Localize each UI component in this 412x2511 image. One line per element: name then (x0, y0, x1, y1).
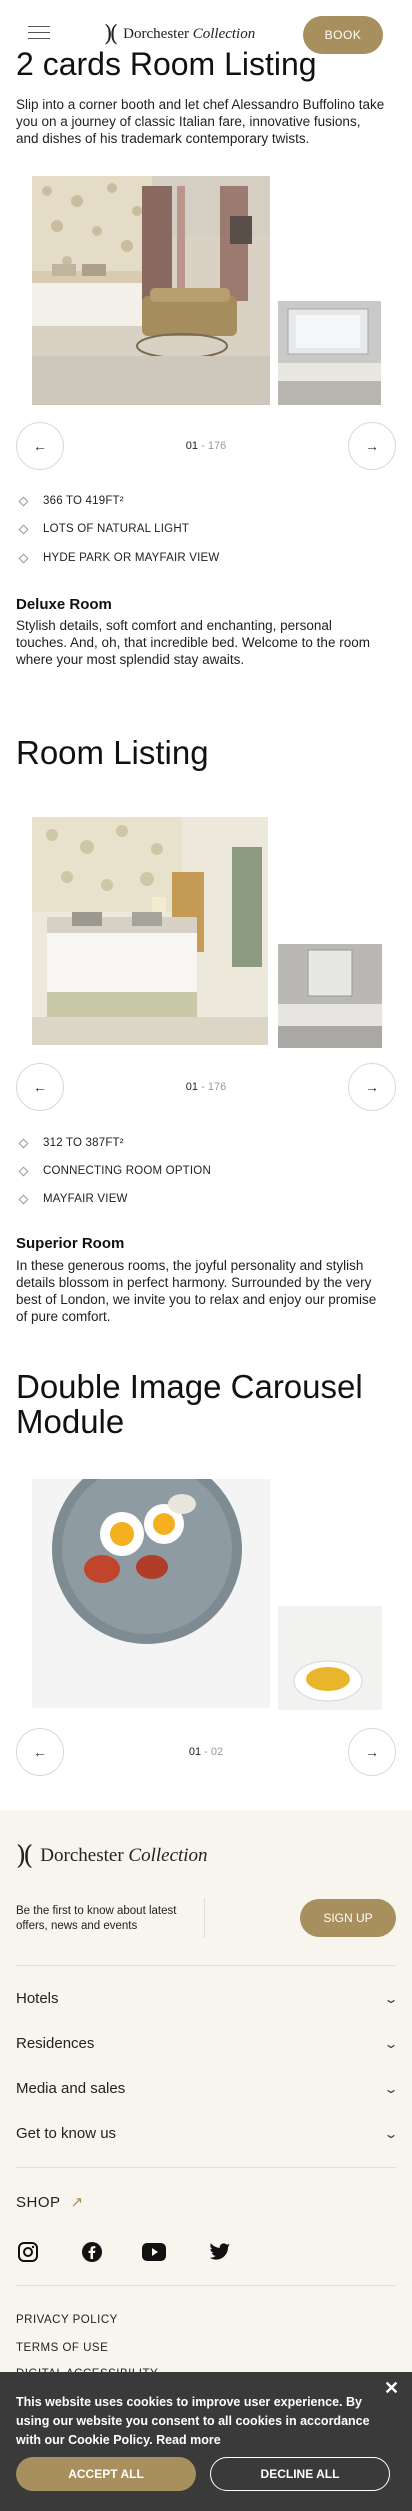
next-arrow-button[interactable]: → (348, 1728, 396, 1776)
footer-link-about[interactable]: Get to know us ⌄ (16, 2125, 399, 2142)
carousel-image-main (32, 1479, 270, 1708)
external-arrow-icon: ↗ (70, 2194, 84, 2211)
logo-text: Dorchester Collection (123, 26, 256, 42)
room-description: Stylish details, soft comfort and enchan… (16, 618, 370, 667)
room-image-secondary (278, 301, 381, 405)
section-title: Room Listing (16, 734, 209, 771)
chevron-down-icon: ⌄ (383, 2081, 399, 2096)
decline-all-button[interactable]: DECLINE ALL (210, 2457, 390, 2491)
room-description: In these generous rooms, the joyful pers… (16, 1258, 377, 1324)
diamond-icon (18, 1194, 29, 1204)
chevron-down-icon: ⌄ (383, 1991, 399, 2006)
menu-icon[interactable] (28, 26, 50, 40)
room-feature: LOTS OF NATURAL LIGHT (16, 523, 189, 535)
privacy-policy-link[interactable]: PRIVACY POLICY (16, 2314, 118, 2326)
logo-text: Dorchester Collection (40, 1845, 208, 1866)
room-feature: 366 TO 419FT² (16, 495, 124, 507)
next-arrow-button[interactable]: → (348, 422, 396, 470)
diamond-icon (18, 1138, 29, 1148)
arrow-right-icon: → (365, 1744, 379, 1760)
divider (16, 1965, 396, 1966)
divider (204, 1898, 205, 1938)
room-image-main (32, 176, 270, 405)
instagram-icon[interactable] (16, 2240, 40, 2264)
cookie-message: This website uses cookies to improve use… (16, 2395, 370, 2447)
facebook-icon[interactable] (80, 2240, 104, 2264)
chevron-down-icon: ⌄ (383, 2126, 399, 2141)
chevron-down-icon: ⌄ (383, 2036, 399, 2051)
section-title: Double Image Carousel Module (16, 1368, 363, 1440)
terms-of-use-link[interactable]: TERMS OF USE (16, 2342, 108, 2354)
newsletter-text: Be the first to know about latest offers… (16, 1905, 177, 1932)
room-feature: HYDE PARK OR MAYFAIR VIEW (16, 552, 219, 564)
shop-link[interactable]: SHOP ↗ (16, 2193, 84, 2212)
footer-link-hotels[interactable]: Hotels ⌄ (16, 1990, 399, 2007)
room-feature: CONNECTING ROOM OPTION (16, 1165, 211, 1177)
divider (16, 2167, 396, 2168)
room-title: Deluxe Room (16, 596, 112, 613)
accept-all-button[interactable]: ACCEPT ALL (16, 2457, 196, 2491)
divider (16, 2285, 396, 2286)
room-feature: 312 TO 387FT² (16, 1137, 124, 1149)
logo-mark-icon: )( (104, 22, 118, 47)
book-button[interactable]: BOOK (303, 16, 383, 54)
footer-logo[interactable]: )( Dorchester Collection (16, 1841, 208, 1871)
diamond-icon (18, 553, 29, 563)
signup-button[interactable]: SIGN UP (300, 1899, 396, 1937)
room-image-secondary (278, 944, 382, 1048)
site-header: )( Dorchester Collection BOOK (0, 0, 412, 68)
arrow-right-icon: → (365, 438, 379, 454)
twitter-icon[interactable] (208, 2240, 232, 2264)
section-intro: Slip into a corner booth and let chef Al… (16, 97, 385, 146)
diamond-icon (18, 524, 29, 534)
footer-link-residences[interactable]: Residences ⌄ (16, 2035, 399, 2052)
diamond-icon (18, 1166, 29, 1176)
room-image-main (32, 817, 268, 1045)
logo-mark-icon: )( (16, 1841, 33, 1871)
youtube-icon[interactable] (142, 2240, 166, 2264)
carousel-image-secondary (278, 1606, 382, 1710)
footer-link-media[interactable]: Media and sales ⌄ (16, 2080, 399, 2097)
diamond-icon (18, 496, 29, 506)
room-feature: MAYFAIR VIEW (16, 1193, 128, 1205)
arrow-right-icon: → (365, 1079, 379, 1095)
brand-logo[interactable]: )( Dorchester Collection (104, 22, 255, 47)
room-title: Superior Room (16, 1235, 125, 1252)
next-arrow-button[interactable]: → (348, 1063, 396, 1111)
cookie-banner: ✕ This website uses cookies to improve u… (0, 2372, 412, 2511)
